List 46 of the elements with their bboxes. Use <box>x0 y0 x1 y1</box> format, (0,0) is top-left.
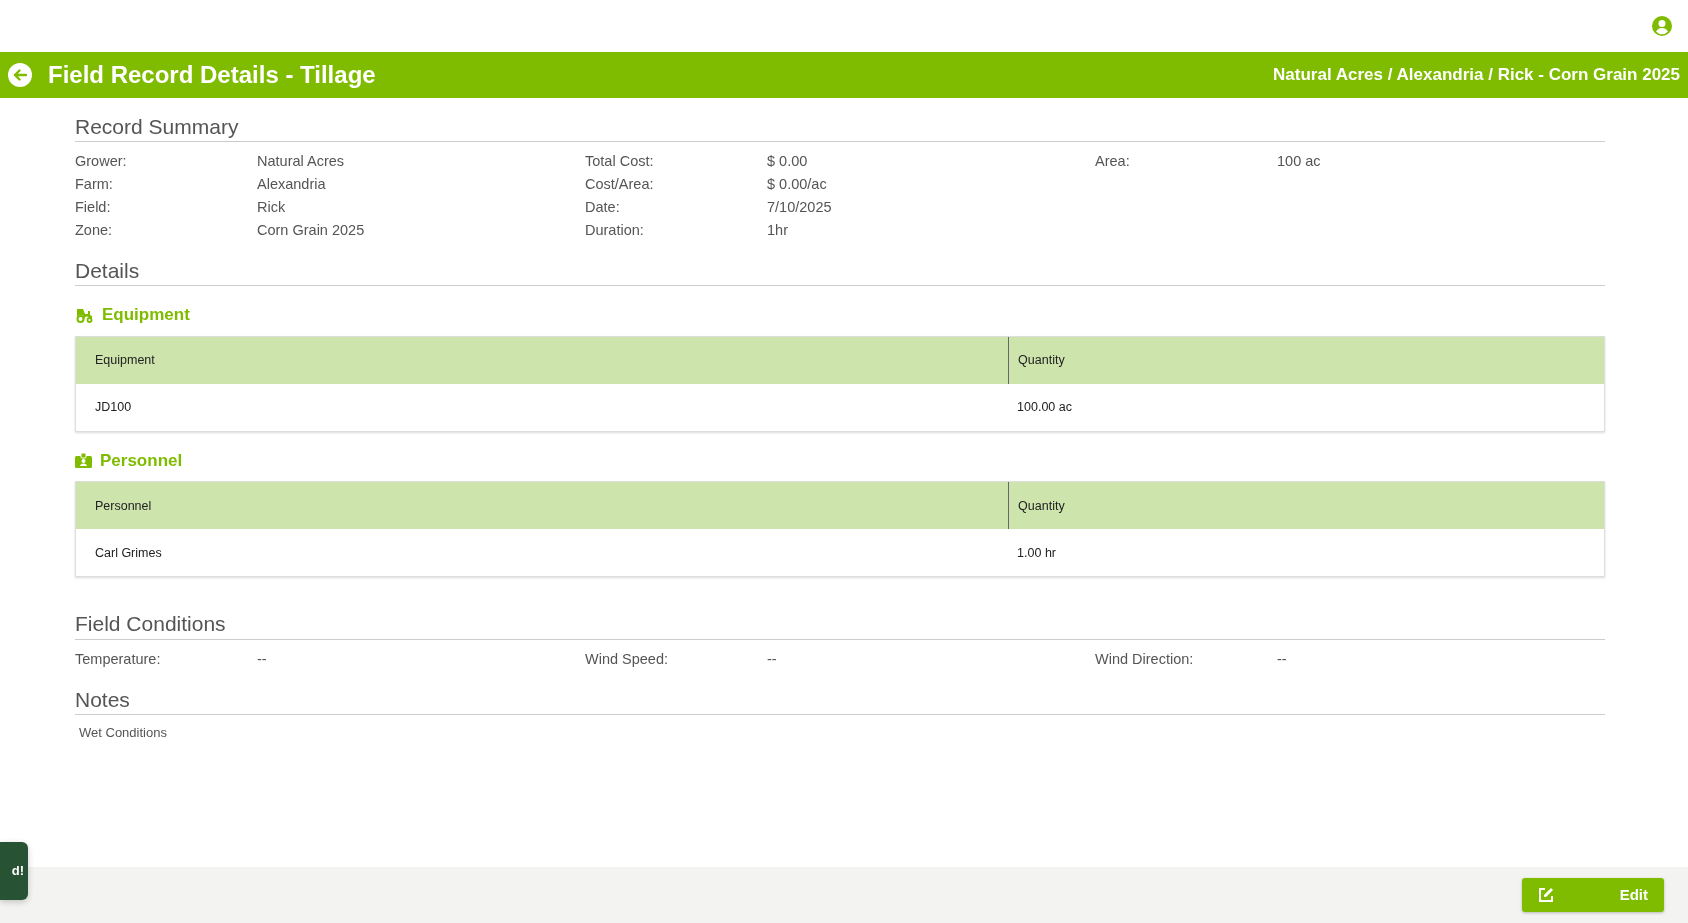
user-account-icon[interactable] <box>1652 16 1672 36</box>
field-value: Alexandria <box>257 175 327 195</box>
tractor-icon <box>75 307 94 324</box>
section-title: Notes <box>75 686 1605 715</box>
field-value: Natural Acres <box>257 152 346 172</box>
field-label: Temperature: <box>75 649 162 669</box>
breadcrumb: Natural Acres / Alexandria / Rick - Corn Grain 2025 <box>1273 64 1680 87</box>
field-label: Zone: <box>75 221 114 241</box>
field-label: Cost/Area: <box>585 175 655 195</box>
column-header: Equipment <box>94 352 156 369</box>
subsection-title: Equipment <box>102 304 190 327</box>
field-label: Area: <box>1095 152 1131 172</box>
field-value: -- <box>257 649 268 669</box>
field-value: $ 0.00 <box>767 152 809 172</box>
table-cell-text: Carl Grimes <box>94 544 163 562</box>
subsection-title: Personnel <box>100 449 183 472</box>
field-label: Grower: <box>75 152 128 172</box>
id-badge-icon <box>75 453 92 469</box>
field-value: Rick <box>257 198 287 218</box>
field-label: Field: <box>75 198 112 218</box>
field-label: Wind Speed: <box>585 649 670 669</box>
field-label: Farm: <box>75 175 114 195</box>
column-header: Quantity <box>1008 336 1065 384</box>
column-header: Personnel <box>94 497 153 515</box>
field-value: -- <box>1277 649 1288 669</box>
field-value: 1hr <box>767 221 789 241</box>
field-value: Corn Grain 2025 <box>257 221 366 241</box>
section-title: Field Conditions <box>75 611 1605 640</box>
table-cell-text: 100.00 ac <box>1016 399 1072 416</box>
field-label: Duration: <box>585 221 645 241</box>
section-title: Details <box>75 258 1605 287</box>
notes-text: Wet Conditions <box>79 723 168 742</box>
edit-icon <box>1538 887 1554 903</box>
field-value: 100 ac <box>1277 152 1322 172</box>
notification-toast: d! <box>0 842 28 900</box>
section-title: Record Summary <box>75 114 1605 143</box>
edit-button[interactable]: Edit <box>1522 878 1664 912</box>
field-label: Total Cost: <box>585 152 655 172</box>
field-label: Date: <box>585 198 621 218</box>
table-cell-text: JD100 <box>94 399 133 416</box>
field-value: -- <box>767 649 778 669</box>
table-cell-text: 1.00 hr <box>1016 544 1056 562</box>
field-value: 7/10/2025 <box>767 198 833 218</box>
field-value: $ 0.00/ac <box>767 175 828 195</box>
page-title: Field Record Details - Tillage <box>48 60 376 90</box>
field-label: Wind Direction: <box>1095 649 1195 669</box>
